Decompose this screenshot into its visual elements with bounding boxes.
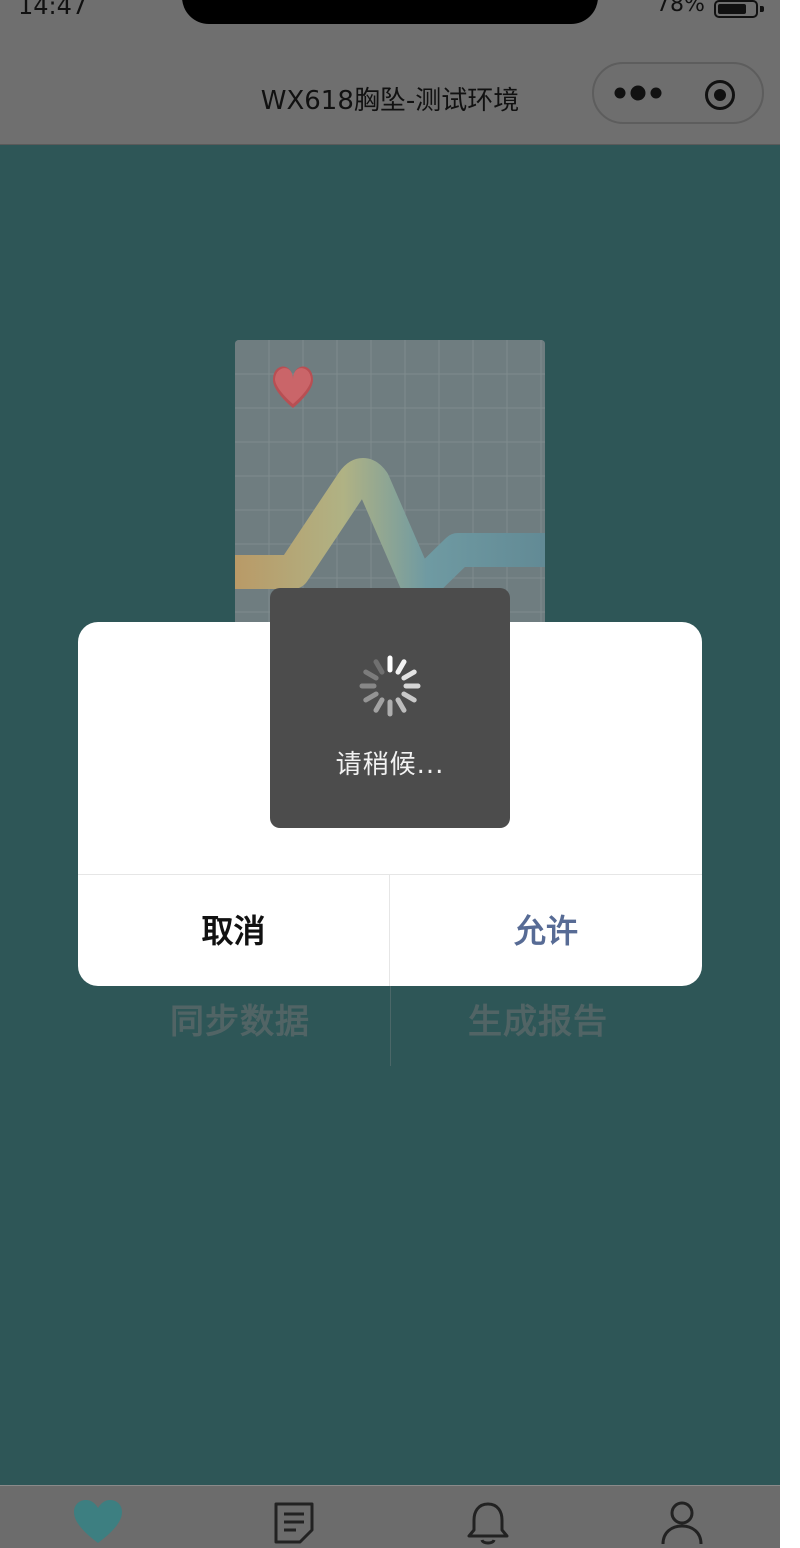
bottom-actions: 同步数据 生成报告 — [90, 986, 690, 1070]
tab-bar — [0, 1485, 780, 1548]
user-icon[interactable] — [660, 1500, 704, 1546]
menu-capsule[interactable] — [592, 62, 764, 124]
loading-text: 请稍候... — [335, 750, 445, 780]
generate-report-button[interactable]: 生成报告 — [468, 994, 608, 1043]
navigation-bar: WX618胸坠-测试环境 — [0, 34, 780, 145]
page-title: WX618胸坠-测试环境 — [260, 86, 520, 116]
document-icon[interactable] — [272, 1500, 316, 1544]
battery-percentage: 78% — [656, 0, 705, 17]
close-miniprogram-icon[interactable] — [704, 79, 736, 111]
status-bar: 14:47 78% — [0, 0, 780, 34]
loading-toast: 请稍候... — [270, 588, 510, 828]
loading-spinner-icon — [359, 655, 421, 717]
bell-icon[interactable] — [466, 1500, 510, 1546]
battery-tip — [760, 6, 764, 12]
screen-edge — [780, 0, 800, 1548]
camera-notch — [182, 0, 598, 24]
status-time: 14:47 — [18, 0, 88, 20]
allow-button[interactable]: 允许 — [390, 875, 702, 986]
cancel-button[interactable]: 取消 — [78, 875, 390, 986]
more-icon[interactable] — [612, 81, 664, 105]
heart-icon[interactable] — [74, 1500, 122, 1544]
actions-divider — [390, 986, 391, 1066]
battery-icon — [714, 0, 758, 18]
sync-data-button[interactable]: 同步数据 — [170, 994, 310, 1043]
battery-fill — [718, 4, 746, 14]
app-screen: 14:47 78% WX618胸坠-测试环境 同步数据 生成报告 取消 允许 请… — [0, 0, 780, 1548]
heart-rate-illustration — [235, 340, 545, 630]
dialog-footer: 取消 允许 — [78, 874, 702, 986]
